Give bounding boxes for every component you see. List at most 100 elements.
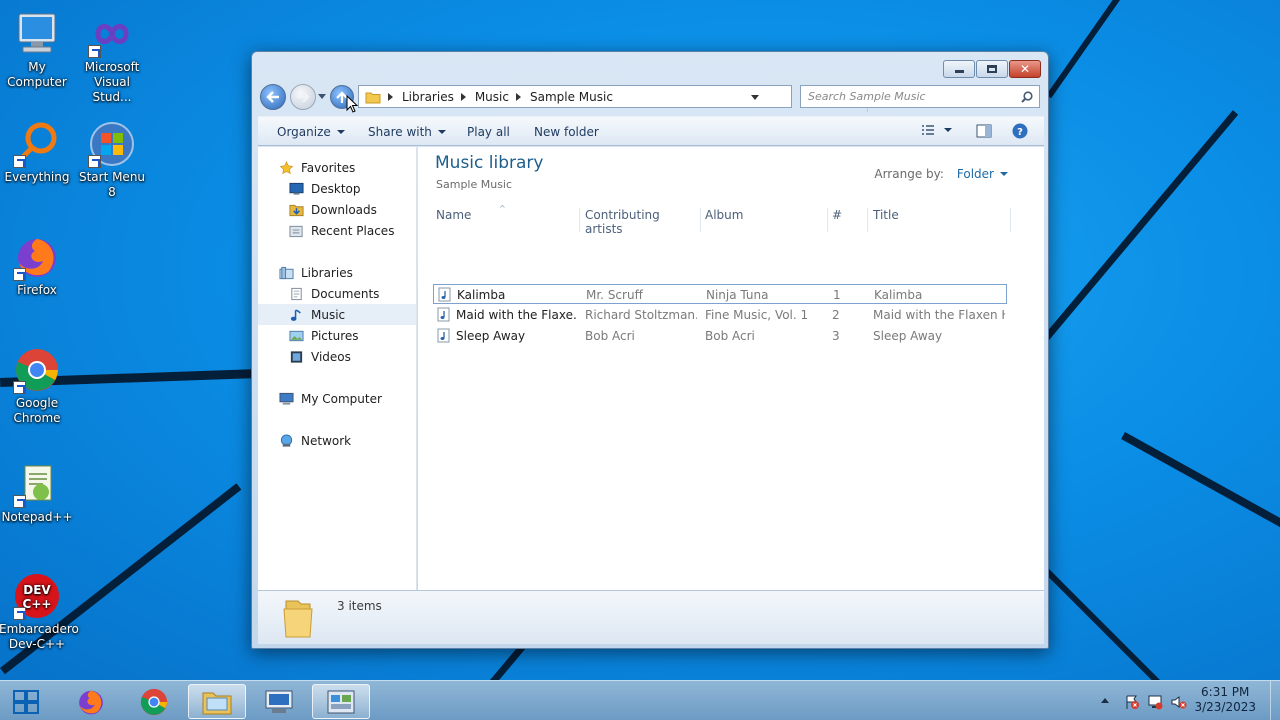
start-button[interactable] <box>0 684 52 719</box>
nav-item-videos[interactable]: Videos <box>258 346 416 367</box>
arrange-by-label: Arrange by: <box>874 167 944 181</box>
nav-item-recent-places[interactable]: Recent Places <box>258 220 416 241</box>
music-file-icon <box>437 328 450 343</box>
nav-item-label: Network <box>301 433 352 448</box>
column-header-contributing-artists[interactable]: Contributing artists <box>585 208 701 236</box>
notepad-plus-plus-icon <box>13 460 61 508</box>
desktop-icon-my-computer[interactable]: My Computer <box>0 10 75 90</box>
wallpaper-streak <box>1121 432 1280 532</box>
pictures-icon <box>289 330 304 341</box>
column-header-label: Contributing artists <box>585 208 660 236</box>
nav-item-documents[interactable]: Documents <box>258 283 416 304</box>
nav-item-label: Music <box>311 307 346 322</box>
back-button[interactable] <box>260 84 286 110</box>
dev-cpp-icon: DEV C++ <box>13 572 61 620</box>
item-count: 3 items <box>337 599 382 613</box>
arrange-by-dropdown[interactable]: Folder <box>957 167 994 181</box>
desktop-icon-firefox[interactable]: Firefox <box>0 233 75 298</box>
table-row[interactable]: Kalimba Mr. Scruff Ninja Tuna 1 Kalimba <box>433 284 1007 304</box>
minimize-icon <box>954 70 964 73</box>
nav-item-downloads[interactable]: Downloads <box>258 199 416 220</box>
cell-artist: Bob Acri <box>585 329 635 343</box>
breadcrumb-separator-icon[interactable] <box>515 92 521 101</box>
desktop-icon-visual-studio[interactable]: Microsoft Visual Stud... <box>74 10 150 105</box>
new-folder-button[interactable]: New folder <box>534 125 599 139</box>
close-button[interactable]: ✕ <box>1009 60 1041 78</box>
nav-item-pictures[interactable]: Pictures <box>258 325 416 346</box>
column-header-track-number[interactable]: # <box>832 208 868 232</box>
nav-item-favorites[interactable]: Favorites <box>258 157 416 178</box>
details-pane: 3 items <box>258 590 1044 644</box>
desktop-icon-label: Start Menu 8 <box>78 170 146 199</box>
taskbar-control-panel-button[interactable] <box>312 684 370 719</box>
organize-button[interactable]: Organize <box>277 125 345 139</box>
play-all-button[interactable]: Play all <box>467 125 510 139</box>
minimize-button[interactable] <box>943 60 975 78</box>
cell-title: Maid with the Flaxen H... <box>873 308 1005 322</box>
search-placeholder: Search Sample Music <box>808 90 926 103</box>
help-button[interactable]: ? <box>1012 123 1028 139</box>
network-status-icon[interactable] <box>1147 694 1163 710</box>
windows-logo-icon <box>13 689 39 714</box>
breadcrumb-separator-icon[interactable] <box>460 92 466 101</box>
folder-icon <box>283 600 313 638</box>
desktop-icon-chrome[interactable]: Google Chrome <box>0 346 75 426</box>
nav-item-music[interactable]: Music <box>258 304 416 325</box>
column-header-label: Name <box>436 208 472 222</box>
search-icon[interactable] <box>1021 91 1033 103</box>
desktop-icon-start-menu-8[interactable]: Start Menu 8 <box>74 120 150 200</box>
nav-item-network[interactable]: Network <box>258 430 416 451</box>
breadcrumb-music[interactable]: Music <box>475 90 509 104</box>
taskbar-chrome-button[interactable] <box>125 684 183 719</box>
chevron-down-icon[interactable] <box>944 128 952 132</box>
breadcrumb-libraries[interactable]: Libraries <box>402 90 454 104</box>
desktop-icon-everything[interactable]: Everything <box>0 120 75 185</box>
change-view-button[interactable] <box>921 124 952 136</box>
show-hidden-icons-button[interactable] <box>1101 698 1109 703</box>
address-bar[interactable]: Libraries Music Sample Music <box>358 85 885 112</box>
column-header-album[interactable]: Album <box>705 208 828 232</box>
library-title: Music library <box>435 153 544 173</box>
column-header-name[interactable]: ^ Name <box>436 204 580 232</box>
navigation-row: Libraries Music Sample Music Search Samp… <box>258 82 1044 113</box>
nav-item-desktop[interactable]: Desktop <box>258 178 416 199</box>
details-view-icon <box>922 125 934 135</box>
recent-pages-dropdown[interactable] <box>318 94 326 99</box>
cell-album: Bob Acri <box>705 329 755 343</box>
desktop-icon-dev-cpp[interactable]: DEV C++ Embarcadero Dev-C++ <box>0 572 79 652</box>
taskbar: 6:31 PM 3/23/2023 <box>0 680 1280 720</box>
column-header-title[interactable]: Title <box>873 208 1011 232</box>
breadcrumb-separator-icon <box>388 92 393 101</box>
address-history-dropdown[interactable] <box>751 95 759 100</box>
firefox-icon <box>13 233 61 281</box>
search-input[interactable]: Search Sample Music <box>800 85 1040 108</box>
taskbar-remote-desktop-button[interactable] <box>250 684 308 719</box>
action-center-flag-icon[interactable] <box>1124 694 1140 710</box>
system-clock[interactable]: 6:31 PM 3/23/2023 <box>1194 685 1256 715</box>
breadcrumb-sample-music[interactable]: Sample Music <box>530 90 613 104</box>
arrange-by: Arrange by: Folder <box>874 167 1008 181</box>
svg-text:DEV: DEV <box>23 583 51 597</box>
taskbar-file-explorer-button[interactable] <box>188 684 246 719</box>
share-with-button[interactable]: Share with <box>368 125 446 139</box>
new-folder-label: New folder <box>534 125 599 139</box>
nav-item-label: My Computer <box>301 391 382 406</box>
nav-item-label: Documents <box>311 286 380 301</box>
desktop-icon <box>289 182 304 195</box>
downloads-folder-icon <box>289 204 304 216</box>
nav-item-my-computer[interactable]: My Computer <box>258 388 416 409</box>
maximize-button[interactable] <box>976 60 1008 78</box>
table-row[interactable]: Maid with the Flaxe... Richard Stoltzman… <box>433 305 1007 325</box>
music-note-icon <box>290 309 301 321</box>
table-row[interactable]: Sleep Away Bob Acri Bob Acri 3 Sleep Awa… <box>433 326 1007 346</box>
taskbar-firefox-button[interactable] <box>62 684 120 719</box>
desktop-icon-notepad-plus-plus[interactable]: Notepad++ <box>0 460 75 525</box>
chevron-down-icon[interactable] <box>1000 172 1008 176</box>
organize-label: Organize <box>277 125 331 139</box>
preview-pane-button[interactable] <box>976 124 992 138</box>
nav-item-libraries[interactable]: Libraries <box>258 262 416 283</box>
forward-button[interactable] <box>290 84 316 110</box>
navigation-pane: Favorites Desktop Downloads Recent Place… <box>258 147 417 590</box>
show-desktop-button[interactable] <box>1270 681 1280 720</box>
volume-muted-icon[interactable] <box>1171 694 1187 710</box>
